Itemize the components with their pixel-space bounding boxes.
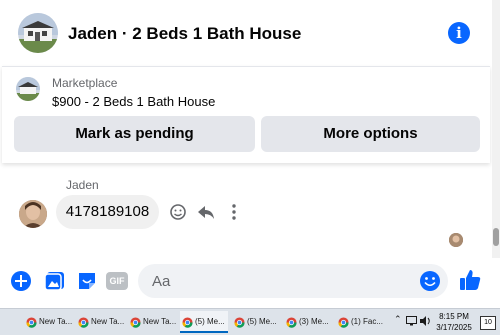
message-input[interactable]: Aa [138, 264, 448, 298]
marketplace-label: Marketplace [52, 76, 118, 90]
clock-date: 3/17/2025 [436, 323, 472, 332]
more-options-button[interactable]: More options [261, 116, 480, 152]
reply-icon[interactable] [196, 202, 216, 222]
taskbar-item[interactable]: New Ta... [24, 311, 72, 333]
sender-avatar[interactable] [19, 200, 47, 228]
taskbar-item-label: New Ta... [39, 317, 72, 326]
taskbar-item-label: New Ta... [91, 317, 124, 326]
listing-thumbnail[interactable] [16, 77, 40, 101]
message-composer: GIF Aa [0, 258, 500, 308]
volume-icon[interactable] [420, 316, 431, 326]
network-icon[interactable] [406, 316, 417, 326]
plus-icon[interactable] [10, 270, 32, 292]
windows-taskbar: New Ta... New Ta... New Ta... (5) Me... … [0, 308, 500, 335]
taskbar-item-label: New Ta... [143, 317, 176, 326]
chrome-icon [338, 317, 349, 328]
taskbar-item[interactable]: (3) Me... [284, 311, 332, 333]
sender-name: Jaden [66, 178, 99, 192]
chat-title[interactable]: Jaden · 2 Beds 1 Bath House [68, 24, 301, 44]
taskbar-item[interactable]: (5) Me... [232, 311, 280, 333]
taskbar-item[interactable]: (1) Fac... [336, 311, 384, 333]
chevron-up-icon[interactable]: ⌃ [394, 314, 402, 325]
info-icon[interactable]: i [448, 22, 470, 44]
mark-as-pending-button[interactable]: Mark as pending [14, 116, 255, 152]
chrome-icon [286, 317, 297, 328]
chrome-icon [78, 317, 89, 328]
react-emoji-icon[interactable] [168, 202, 188, 222]
like-icon[interactable] [458, 268, 482, 292]
message-bubble[interactable]: 4178189108 [56, 195, 159, 229]
taskbar-item-label: (5) Me... [195, 317, 225, 326]
sticker-icon[interactable] [76, 270, 98, 292]
chrome-icon [26, 317, 37, 328]
message-input-placeholder: Aa [152, 273, 171, 290]
emoji-icon[interactable] [419, 270, 441, 292]
chat-header: Jaden · 2 Beds 1 Bath House i [0, 0, 492, 66]
taskbar-item[interactable]: New Ta... [128, 311, 176, 333]
seen-avatar [449, 233, 463, 247]
taskbar-clock[interactable]: 8:15 PM 3/17/2025 [434, 311, 474, 333]
chrome-icon [234, 317, 245, 328]
gif-button[interactable]: GIF [106, 272, 128, 290]
taskbar-item-active[interactable]: (5) Me... [180, 311, 228, 333]
taskbar-item-label: (1) Fac... [351, 317, 384, 326]
notification-badge[interactable]: 10 [480, 316, 496, 330]
scrollbar[interactable] [492, 0, 500, 258]
photo-icon[interactable] [44, 270, 66, 292]
scrollbar-thumb[interactable] [493, 228, 499, 246]
taskbar-item-label: (5) Me... [247, 317, 277, 326]
clock-time: 8:15 PM [439, 312, 469, 321]
listing-avatar[interactable] [18, 13, 58, 53]
taskbar-item[interactable]: New Ta... [76, 311, 124, 333]
listing-title[interactable]: $900 - 2 Beds 1 Bath House [52, 94, 215, 109]
marketplace-card: Marketplace $900 - 2 Beds 1 Bath House M… [2, 66, 490, 163]
taskbar-item-label: (3) Me... [299, 317, 329, 326]
chrome-icon [182, 317, 193, 328]
more-vertical-icon[interactable] [224, 202, 244, 222]
chrome-icon [130, 317, 141, 328]
